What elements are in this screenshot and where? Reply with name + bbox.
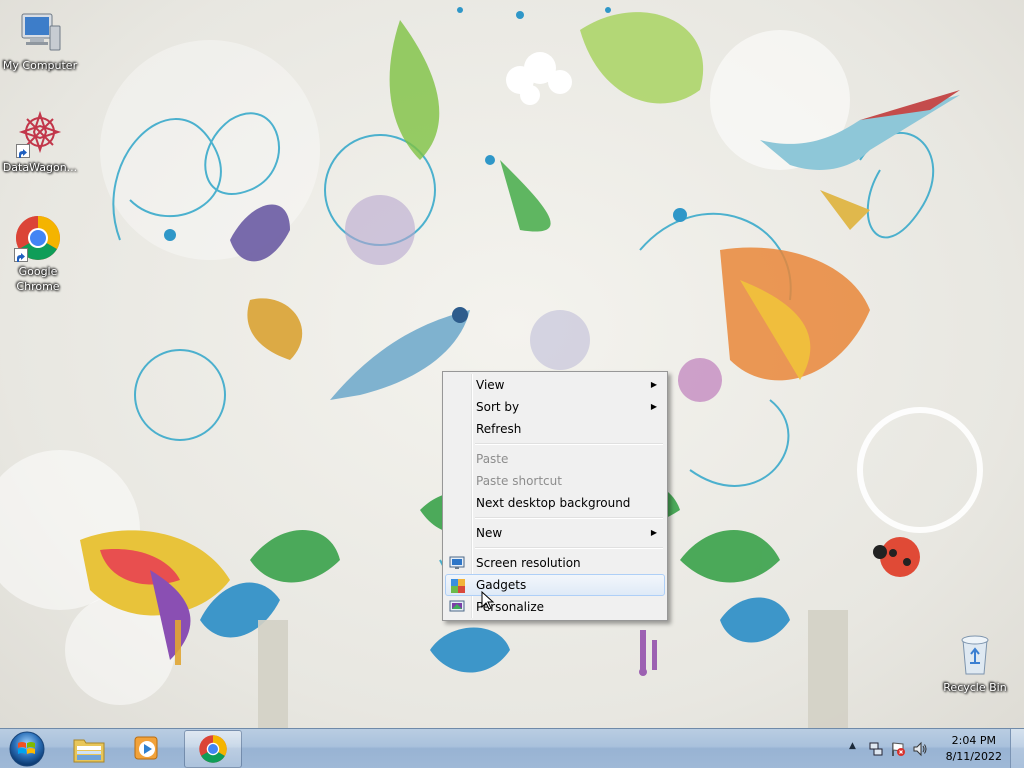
- media-player-icon: [133, 735, 161, 767]
- menu-item-paste: Paste: [445, 448, 665, 470]
- menu-item-label: Gadgets: [476, 578, 527, 592]
- menu-item-paste-shortcut: Paste shortcut: [445, 470, 665, 492]
- action-center-flag-icon[interactable]: [890, 741, 906, 761]
- menu-item-sort-by[interactable]: Sort by ▶: [445, 396, 665, 418]
- menu-item-label: Paste: [476, 452, 509, 466]
- menu-item-label: Paste shortcut: [476, 474, 562, 488]
- menu-item-label: Next desktop background: [476, 496, 631, 510]
- menu-item-label: Refresh: [476, 422, 522, 436]
- desktop-icon-recycle-bin[interactable]: Recycle Bin: [935, 630, 1015, 695]
- submenu-arrow-icon: ▶: [650, 380, 657, 389]
- taskbar-google-chrome[interactable]: [184, 730, 242, 768]
- chrome-icon: [14, 214, 62, 262]
- gadgets-icon: [450, 578, 466, 594]
- mouse-cursor-icon: [481, 590, 495, 615]
- clock-time: 2:04 PM: [951, 734, 996, 747]
- menu-item-label: Screen resolution: [476, 556, 581, 570]
- monitor-icon: [449, 555, 465, 571]
- desktop-icon-label: DataWagon...: [2, 161, 78, 174]
- shortcut-arrow-icon: [16, 144, 30, 158]
- desktop-icon-label: Recycle Bin: [943, 681, 1007, 694]
- windows-explorer-icon: [73, 735, 105, 767]
- computer-icon: [16, 8, 64, 56]
- show-hidden-icons-button[interactable]: ▲: [849, 741, 856, 751]
- start-button[interactable]: [4, 730, 50, 768]
- taskbar: ▲ 2:04 PM 8/11/2022: [0, 728, 1024, 768]
- taskbar-media-player[interactable]: [118, 730, 176, 768]
- menu-separator: [473, 544, 665, 552]
- chrome-icon: [198, 734, 228, 768]
- show-desktop-button[interactable]: [1010, 729, 1024, 768]
- desktop-icon-label: Google Chrome: [16, 265, 60, 293]
- menu-item-gadgets[interactable]: Gadgets: [445, 574, 665, 596]
- menu-item-screen-resolution[interactable]: Screen resolution: [445, 552, 665, 574]
- taskbar-windows-explorer[interactable]: [60, 730, 118, 768]
- clock-date: 8/11/2022: [945, 750, 1002, 763]
- recycle-bin-icon: [951, 630, 999, 678]
- menu-separator: [473, 440, 665, 448]
- desktop-icon-label: My Computer: [2, 59, 78, 72]
- system-tray: ▲ 2:04 PM 8/11/2022: [834, 729, 1024, 768]
- desktop-icon-my-computer[interactable]: My Computer: [0, 8, 80, 73]
- personalize-icon: [449, 599, 465, 615]
- datawagon-icon: [16, 110, 64, 158]
- submenu-arrow-icon: ▶: [650, 528, 657, 537]
- menu-item-new[interactable]: New ▶: [445, 522, 665, 544]
- menu-item-refresh[interactable]: Refresh: [445, 418, 665, 440]
- taskbar-clock[interactable]: 2:04 PM 8/11/2022: [946, 733, 1002, 765]
- menu-item-label: Sort by: [476, 400, 520, 414]
- menu-item-next-desktop-background[interactable]: Next desktop background: [445, 492, 665, 514]
- network-icon[interactable]: [868, 741, 884, 761]
- menu-separator: [473, 514, 665, 522]
- desktop-context-menu: View ▶ Sort by ▶ Refresh Paste Paste sho…: [442, 371, 668, 621]
- shortcut-arrow-icon: [14, 248, 28, 262]
- menu-item-label: New: [476, 526, 503, 540]
- desktop-icon-datawagon[interactable]: DataWagon...: [0, 110, 80, 175]
- desktop-icon-google-chrome[interactable]: Google Chrome: [0, 214, 78, 294]
- menu-item-personalize[interactable]: Personalize: [445, 596, 665, 618]
- menu-item-view[interactable]: View ▶: [445, 374, 665, 396]
- volume-icon[interactable]: [912, 741, 928, 761]
- menu-item-label: View: [476, 378, 505, 392]
- submenu-arrow-icon: ▶: [650, 402, 657, 411]
